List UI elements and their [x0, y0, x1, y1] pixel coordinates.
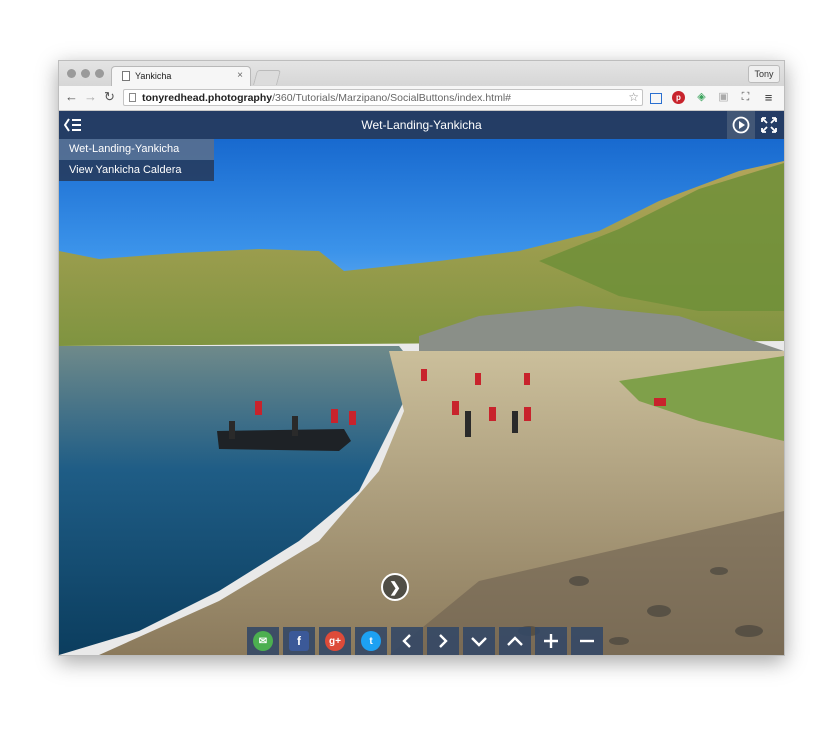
- window-minimize-button[interactable]: [81, 69, 90, 78]
- scene-list-item-caldera[interactable]: View Yankicha Caldera: [59, 160, 214, 181]
- tab-close-icon[interactable]: ×: [237, 70, 243, 81]
- new-tab-button[interactable]: [252, 70, 282, 85]
- tab-title: Yankicha: [135, 71, 172, 81]
- email-share-button[interactable]: ✉: [247, 627, 279, 655]
- url-text: tonyredhead.photography/360/Tutorials/Ma…: [142, 92, 511, 104]
- url-path: /360/Tutorials/Marzipano/SocialButtons/i…: [272, 92, 511, 104]
- browser-tab[interactable]: Yankicha ×: [111, 66, 251, 86]
- email-share-icon: ✉: [253, 631, 273, 651]
- profile-button[interactable]: Tony: [748, 65, 780, 83]
- pan-left-icon: [402, 634, 411, 648]
- zoom-out-button[interactable]: [571, 627, 603, 655]
- panorama-image: [59, 161, 784, 655]
- zoom-out-icon: [580, 639, 594, 643]
- scene-list: Wet-Landing-Yankicha View Yankicha Calde…: [59, 139, 214, 181]
- bottom-control-bar: ✉ f g+ t: [247, 627, 607, 655]
- address-bar[interactable]: tonyredhead.photography/360/Tutorials/Ma…: [123, 89, 643, 106]
- forward-icon[interactable]: →: [84, 90, 97, 104]
- pan-right-button[interactable]: [427, 627, 459, 655]
- pan-up-button[interactable]: [499, 627, 531, 655]
- bookmark-star-icon[interactable]: ☆: [628, 90, 639, 104]
- viewer-title-bar: Wet-Landing-Yankicha: [59, 111, 784, 139]
- tab-strip: Yankicha × Tony: [59, 61, 784, 86]
- pan-left-button[interactable]: [391, 627, 423, 655]
- google-plus-share-icon: g+: [325, 631, 345, 651]
- back-icon[interactable]: ←: [65, 90, 78, 104]
- evernote-extension-icon[interactable]: ◈: [695, 91, 708, 104]
- link-hotspot[interactable]: ❯: [381, 573, 409, 601]
- reload-icon[interactable]: ↻: [104, 90, 115, 104]
- fullscreen-icon[interactable]: [755, 111, 783, 139]
- zoom-in-button[interactable]: [535, 627, 567, 655]
- panorama-viewer[interactable]: Wet-Landing-Yankicha Wet-Landing-Yankich…: [59, 111, 784, 655]
- pan-up-icon: [507, 636, 523, 646]
- chevron-right-icon: ❯: [389, 578, 401, 595]
- cast-extension-icon[interactable]: [650, 93, 662, 104]
- scene-title: Wet-Landing-Yankicha: [361, 118, 482, 132]
- window-close-button[interactable]: [67, 69, 76, 78]
- twitter-share-button[interactable]: t: [355, 627, 387, 655]
- pan-right-icon: [439, 634, 448, 648]
- twitter-share-icon: t: [361, 631, 381, 651]
- browser-window: Yankicha × Tony ← → ↻ tonyredhead.photog…: [58, 60, 785, 656]
- page-icon: [129, 93, 136, 102]
- screenshot-extension-icon[interactable]: ⛶: [739, 91, 752, 104]
- scene-list-item-wet-landing[interactable]: Wet-Landing-Yankicha: [59, 139, 214, 160]
- browser-toolbar: ← → ↻ tonyredhead.photography/360/Tutori…: [59, 86, 784, 111]
- camera-extension-icon[interactable]: ▣: [717, 91, 730, 104]
- facebook-share-icon: f: [289, 631, 309, 651]
- window-zoom-button[interactable]: [95, 69, 104, 78]
- document-icon: [122, 71, 130, 81]
- pinterest-extension-icon[interactable]: p: [672, 91, 685, 104]
- zoom-in-icon: [544, 634, 558, 648]
- google-plus-share-button[interactable]: g+: [319, 627, 351, 655]
- menu-icon[interactable]: ≡: [762, 91, 775, 104]
- facebook-share-button[interactable]: f: [283, 627, 315, 655]
- autorotate-play-icon[interactable]: [727, 111, 755, 139]
- pan-down-button[interactable]: [463, 627, 495, 655]
- url-host: tonyredhead.photography: [142, 92, 273, 104]
- pan-down-icon: [471, 637, 487, 647]
